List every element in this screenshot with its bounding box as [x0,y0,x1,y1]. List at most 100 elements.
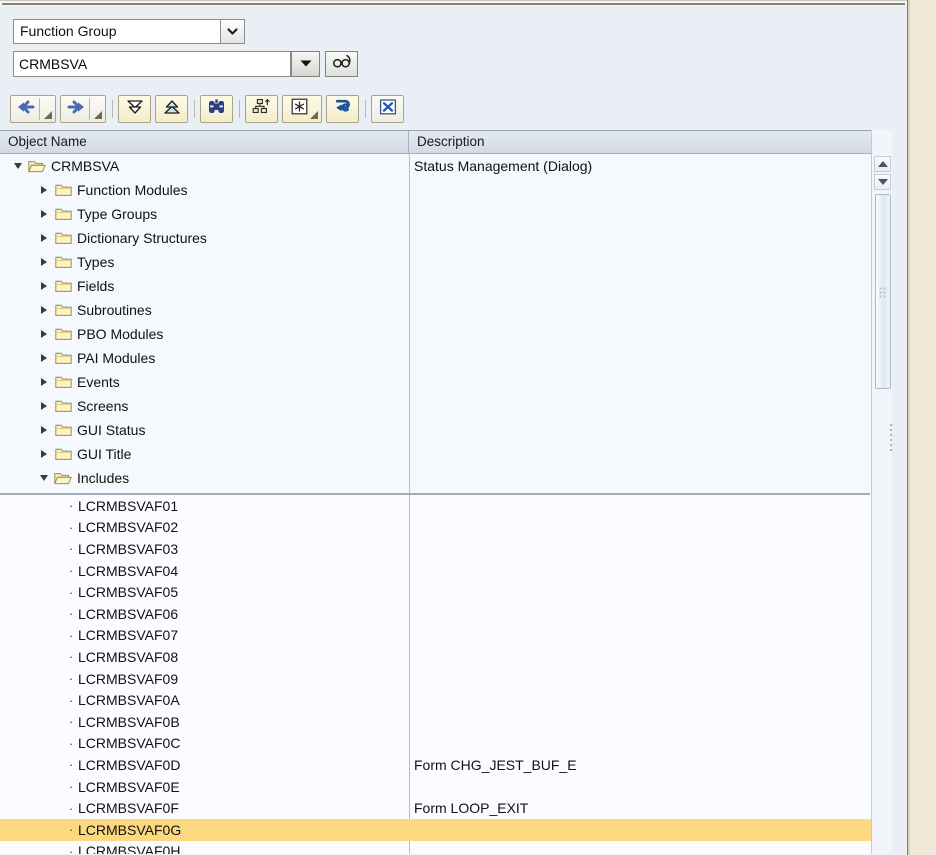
chevron-right-icon[interactable] [38,208,50,220]
filter-button[interactable] [282,95,322,123]
tree-row[interactable]: · LCRMBSVAF05 [0,581,892,603]
scroll-down-button[interactable] [874,174,891,190]
tree-row-label: Includes [77,470,130,486]
object-name-dropdown-button[interactable] [291,51,320,77]
bullet-icon: · [68,541,74,557]
sap-object-navigator-window: Function Group CRMBSVA Object Name Descr… [0,0,936,855]
chevron-right-icon[interactable] [38,304,50,316]
chevron-right-icon[interactable] [38,400,50,412]
chevron-right-icon[interactable] [38,352,50,364]
chevron-right-icon[interactable] [38,376,50,388]
bullet-icon: · [68,757,74,773]
tree-vertical-scrollbar[interactable] [871,130,892,854]
chevron-right-icon[interactable] [38,448,50,460]
folder-open-icon [28,159,46,174]
tree-row[interactable]: PBO Modules [0,322,892,346]
tree-row-label: Type Groups [77,206,158,222]
tree-row-label: LCRMBSVAF0A [78,692,180,709]
bullet-icon: · [68,800,74,816]
tree-row-description: Form LOOP_EXIT [414,800,529,817]
back-button[interactable] [10,95,56,123]
collapse-all-button[interactable] [155,95,188,123]
object-list-button[interactable] [245,95,278,123]
vertical-splitter-grip[interactable] [888,424,896,458]
tree-row[interactable]: · LCRMBSVAF03 [0,538,892,560]
bullet-icon: · [68,627,74,643]
object-name-input[interactable] [14,52,290,76]
scroll-thumb-grip [879,287,887,297]
expand-all-button[interactable] [118,95,151,123]
display-object-button[interactable] [325,51,358,77]
folder-icon [54,447,72,462]
column-header-description[interactable]: Description [409,131,892,153]
tree-row[interactable]: Function Modules [0,178,892,202]
tree-row[interactable]: · LCRMBSVAF09 [0,668,892,690]
tree-row[interactable]: · LCRMBSVAF0H [0,841,892,855]
folder-icon [54,207,72,222]
tree-row[interactable]: · LCRMBSVAF06 [0,603,892,625]
tree-pane-top[interactable]: CRMBSVA Status Management (Dialog) Functio… [0,154,892,494]
tree-row[interactable]: Screens [0,394,892,418]
chevron-down-icon[interactable] [310,111,318,119]
tree-row[interactable]: CRMBSVA Status Management (Dialog) [0,154,892,178]
tree-row[interactable]: · LCRMBSVAF02 [0,517,892,539]
chevron-down-icon[interactable] [94,111,102,119]
tree-row-label: LCRMBSVAF0G [78,821,182,838]
chevron-down-icon[interactable] [12,160,24,172]
tree-row[interactable]: · LCRMBSVAF0A [0,689,892,711]
tree-row[interactable]: · LCRMBSVAF01 [0,495,892,517]
chevron-right-icon[interactable] [38,232,50,244]
tree-row[interactable]: · LCRMBSVAF0E [0,776,892,798]
find-button[interactable] [200,95,233,123]
tree-row[interactable]: GUI Status [0,418,892,442]
tree-row[interactable]: Dictionary Structures [0,226,892,250]
bullet-icon: · [68,519,74,535]
tree-row[interactable]: · LCRMBSVAF0D Form CHG_JEST_BUF_E [0,754,892,776]
scroll-thumb[interactable] [875,194,891,389]
scroll-up-button[interactable] [874,156,891,172]
tree-row-label: GUI Title [77,446,132,462]
chevron-down-icon[interactable] [220,20,244,43]
right-side-panel [907,0,936,855]
chevron-right-icon[interactable] [38,184,50,196]
tree-row[interactable]: · LCRMBSVAF07 [0,625,892,647]
double-chevron-down-icon [126,98,144,121]
tree-row[interactable]: · LCRMBSVAF0C [0,733,892,755]
refresh-button[interactable] [326,95,359,123]
tree-row[interactable]: PAI Modules [0,346,892,370]
tree-row-label: LCRMBSVAF0C [78,735,181,752]
tree-row[interactable]: · LCRMBSVAF0B [0,711,892,733]
object-type-select[interactable]: Function Group [13,19,245,44]
chevron-right-icon[interactable] [38,256,50,268]
chevron-right-icon[interactable] [38,424,50,436]
chevron-down-icon[interactable] [38,472,50,484]
tree-row-description: Status Management (Dialog) [414,158,593,174]
tree-row[interactable]: Type Groups [0,202,892,226]
forward-button[interactable] [60,95,106,123]
chevron-right-icon[interactable] [38,328,50,340]
column-header-object-name[interactable]: Object Name [0,131,409,153]
tree-row[interactable]: Subroutines [0,298,892,322]
tree-row[interactable]: · LCRMBSVAF08 [0,646,892,668]
tree-row[interactable]: · LCRMBSVAF0F Form LOOP_EXIT [0,797,892,819]
chevron-down-icon[interactable] [44,111,52,119]
tree-row[interactable]: Events [0,370,892,394]
bullet-icon: · [68,498,74,514]
cancel-button[interactable] [371,95,404,123]
tree-row-description: Form CHG_JEST_BUF_E [414,756,577,773]
tree-row-label: Screens [77,398,129,414]
tree-row-label: CRMBSVA [51,158,120,174]
chevron-right-icon[interactable] [38,280,50,292]
tree-row[interactable]: GUI Title [0,442,892,466]
object-tree: Object Name Description CRMBSVA Status Ma… [0,130,892,855]
tree-row-selected[interactable]: · LCRMBSVAF0G [0,818,892,841]
navigator-toolbar [10,94,408,124]
folder-icon [54,375,72,390]
bullet-icon: · [68,735,74,751]
tree-row[interactable]: Types [0,250,892,274]
tree-row[interactable]: Includes [0,466,892,490]
tree-pane-bottom[interactable]: · LCRMBSVAF01 · LCRMBSVAF02 · LCRMBSVAF03 · LCR… [0,495,892,855]
tree-row-label: LCRMBSVAF08 [78,648,179,665]
tree-row[interactable]: Fields [0,274,892,298]
tree-row[interactable]: · LCRMBSVAF04 [0,560,892,582]
